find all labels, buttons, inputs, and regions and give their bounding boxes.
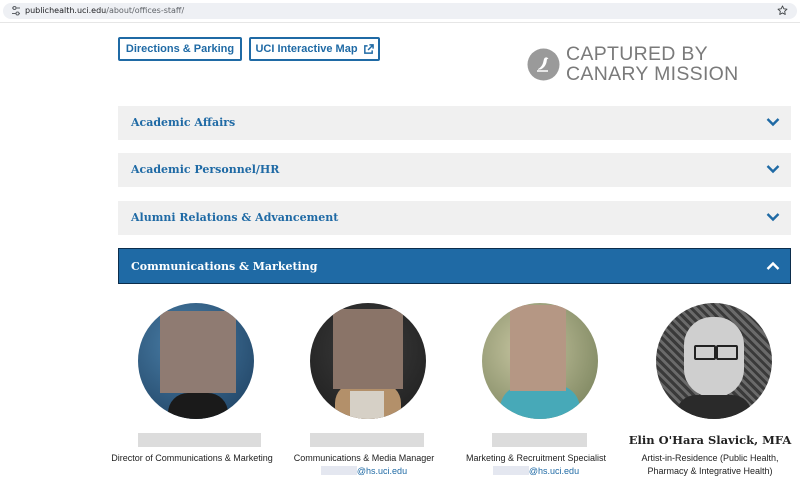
staff-email-link[interactable]: @hs.uci.edu: [449, 465, 623, 478]
email-domain: @hs.uci.edu: [528, 466, 580, 476]
chevron-down-icon: [766, 165, 780, 174]
staff-card: Elin O'Hara Slavick, MFA Artist-in-Resid…: [623, 303, 793, 477]
accordion-academic-affairs[interactable]: Academic Affairs: [118, 106, 791, 140]
staff-photo: [656, 303, 772, 419]
redacted-face: [333, 309, 403, 389]
email-domain: @hs.uci.edu: [356, 466, 408, 476]
uci-interactive-map-button[interactable]: UCI Interactive Map: [249, 37, 380, 61]
url-path: /about/offices-staff/: [106, 6, 185, 15]
staff-photo: [310, 303, 426, 419]
bookmark-star-icon[interactable]: [776, 4, 789, 17]
accordion-label: Academic Affairs: [131, 116, 236, 129]
chevron-down-icon: [766, 213, 780, 222]
site-settings-icon[interactable]: [11, 5, 21, 17]
accordion-label: Academic Personnel/HR: [131, 163, 280, 176]
redacted-email-user: [492, 466, 529, 475]
url-host: publichealth.uci.edu: [25, 6, 107, 15]
accordion-alumni-relations[interactable]: Alumni Relations & Advancement: [118, 201, 791, 235]
uci-interactive-map-label: UCI Interactive Map: [255, 43, 358, 55]
canary-mission-watermark: CAPTURED BY CANARY MISSION: [527, 44, 787, 86]
watermark-text: CAPTURED BY CANARY MISSION: [566, 44, 739, 84]
watermark-line2: CANARY MISSION: [566, 63, 739, 85]
accordion-academic-personnel-hr[interactable]: Academic Personnel/HR: [118, 153, 791, 187]
directions-parking-label: Directions & Parking: [125, 43, 235, 55]
watermark-line1: CAPTURED BY: [566, 43, 708, 65]
staff-role: Communications & Media Manager: [293, 453, 435, 463]
canary-bird-logo-icon: [527, 48, 560, 81]
staff-email-link[interactable]: @hs.uci.edu: [277, 465, 451, 478]
url-field[interactable]: publichealth.uci.edu/about/offices-staff…: [3, 3, 797, 19]
redacted-face: [510, 305, 566, 391]
accordion-communications-marketing[interactable]: Communications & Marketing: [118, 248, 791, 284]
redacted-name: [138, 433, 261, 447]
external-link-icon: [363, 43, 374, 54]
accordion-label: Alumni Relations & Advancement: [131, 211, 339, 224]
redacted-email-user: [320, 466, 357, 475]
staff-role: Director of Communications & Marketing: [111, 453, 273, 463]
staff-photo: [138, 303, 254, 419]
accordion-label: Communications & Marketing: [131, 260, 318, 273]
staff-photo: [482, 303, 598, 419]
directions-parking-button[interactable]: Directions & Parking: [118, 37, 242, 61]
chevron-up-icon: [766, 261, 780, 270]
staff-card: Marketing & Recruitment Specialist @hs.u…: [449, 303, 619, 477]
browser-address-bar: publichealth.uci.edu/about/offices-staff…: [0, 0, 800, 23]
redacted-name: [310, 433, 424, 447]
redacted-face: [160, 311, 236, 393]
redacted-name: [492, 433, 587, 447]
staff-name: Elin O'Hara Slavick, MFA: [628, 433, 792, 447]
staff-role: Marketing & Recruitment Specialist: [465, 453, 607, 463]
staff-role: Artist-in-Residence (Public Health, Phar…: [641, 453, 779, 476]
staff-card: Director of Communications & Marketing: [105, 303, 275, 477]
staff-card: Communications & Media Manager @hs.uci.e…: [277, 303, 447, 477]
chevron-down-icon: [766, 118, 780, 127]
url-text: publichealth.uci.edu/about/offices-staff…: [25, 5, 184, 17]
